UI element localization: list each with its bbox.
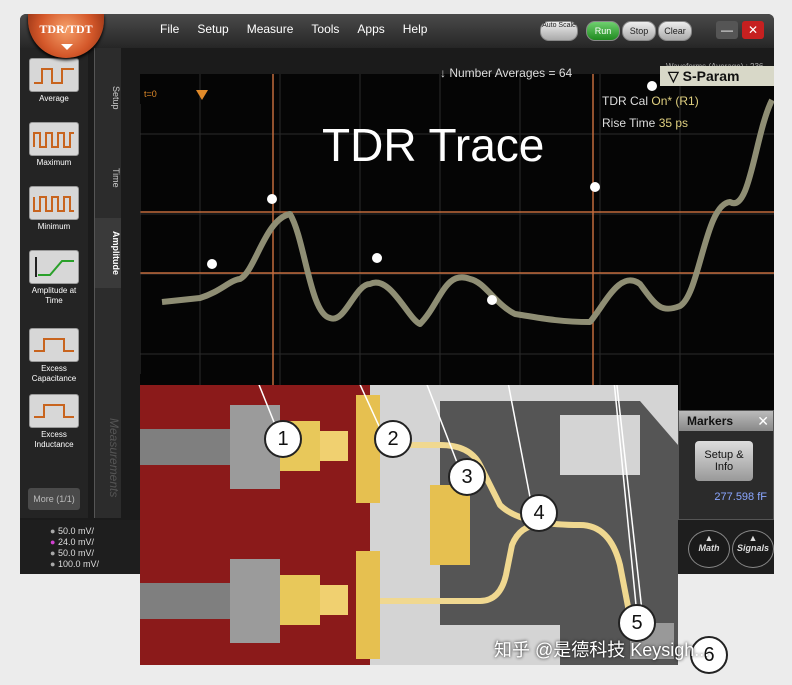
callout-dots bbox=[207, 81, 657, 305]
dropdown-arrow-icon bbox=[61, 44, 73, 50]
callout-2: 2 bbox=[374, 420, 412, 458]
callout-3: 3 bbox=[448, 458, 486, 496]
app-name: TDR/TDT bbox=[39, 22, 93, 36]
callout-1: 1 bbox=[264, 420, 302, 458]
watermark: 知乎 @是德科技 Keysigh... bbox=[494, 640, 710, 660]
callout-4: 4 bbox=[520, 494, 558, 532]
